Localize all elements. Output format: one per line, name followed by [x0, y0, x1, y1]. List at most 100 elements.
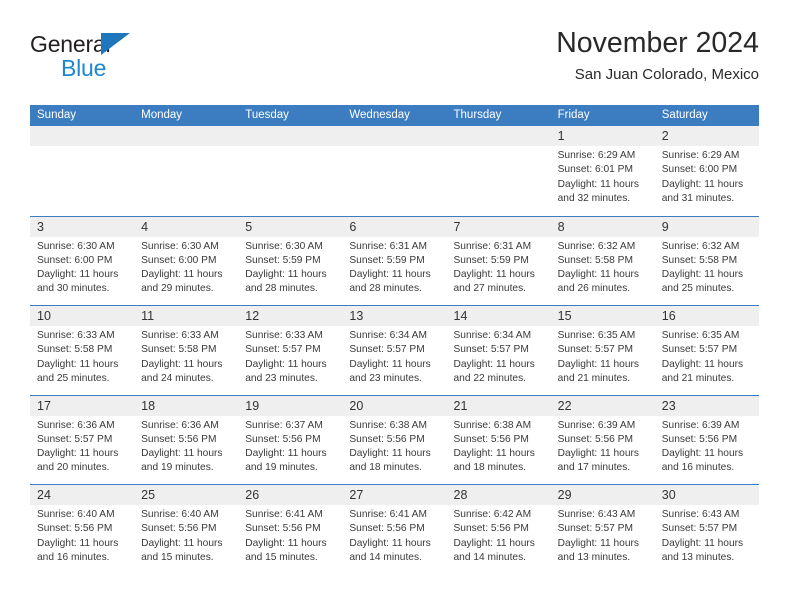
calendar-day-cell[interactable]: 27 Sunrise: 6:41 AM Sunset: 5:56 PM Dayligh… [342, 485, 446, 574]
daylight-text-line2: and 24 minutes. [141, 372, 214, 384]
sunrise-text: Sunrise: 6:40 AM [37, 509, 115, 520]
day-sun-info: Sunrise: 6:43 AM Sunset: 5:57 PM Daylight:… [558, 508, 651, 565]
day-number: 1 [557, 129, 565, 143]
daylight-text-line1: Daylight: 11 hours [557, 269, 639, 281]
sunset-text: Sunset: 5:59 PM [245, 254, 321, 266]
day-number: 25 [141, 488, 156, 502]
sunrise-text: Sunrise: 6:36 AM [37, 419, 115, 431]
sunrise-text: Sunrise: 6:31 AM [349, 240, 427, 252]
daylight-text-line2: and 19 minutes. [245, 462, 318, 474]
sunrise-text: Sunrise: 6:37 AM [245, 419, 323, 431]
day-number: 5 [245, 219, 253, 234]
daylight-text-line2: and 21 minutes. [557, 372, 631, 384]
generalblue-logo[interactable]: General Blue [30, 32, 160, 90]
sunrise-text: Sunrise: 6:43 AM [661, 509, 740, 520]
day-number: 29 [557, 488, 572, 502]
sunrise-text: Sunrise: 6:41 AM [349, 509, 427, 520]
daylight-text-line2: and 13 minutes. [557, 551, 631, 563]
sunrise-text: Sunrise: 6:32 AM [661, 240, 740, 252]
sunrise-text: Sunrise: 6:41 AM [245, 509, 323, 520]
title-block: November 2024 San Juan Colorado, Mexico [556, 26, 759, 84]
daylight-text-line2: and 23 minutes. [349, 372, 422, 384]
day-number [454, 126, 547, 146]
day-number: 12 [245, 309, 260, 323]
sunrise-text: Sunrise: 6:30 AM [37, 240, 115, 252]
daylight-text-line1: Daylight: 11 hours [557, 448, 639, 460]
calendar-day-cell[interactable]: 21 Sunrise: 6:38 AM Sunset: 5:56 PM Dayligh… [447, 396, 551, 485]
day-number: 24 [37, 488, 51, 502]
week-cells: 10 Sunrise: 6:33 AM Sunset: 5:58 PM Dayligh… [30, 306, 759, 395]
calendar-day-cell[interactable]: 20 Sunrise: 6:38 AM Sunset: 5:56 PM Dayligh… [342, 396, 446, 485]
calendar-day-cell[interactable]: 3 Sunrise: 6:30 AM Sunset: 6:00 PM Daylight… [30, 217, 134, 306]
calendar-day-cell[interactable]: 1 Sunrise: 6:29 AM Sunset: 6:01 PM Daylight… [551, 126, 655, 216]
calendar-day-cell[interactable]: 12 Sunrise: 6:33 AM Sunset: 5:57 PM Dayligh… [238, 306, 342, 395]
sunset-text: Sunset: 5:56 PM [141, 523, 217, 535]
daylight-text-line1: Daylight: 11 hours [557, 178, 639, 190]
day-number: 3 [37, 219, 44, 234]
calendar-day-cell[interactable]: 17 Sunrise: 6:36 AM Sunset: 5:57 PM Dayligh… [30, 396, 134, 485]
calendar-day-cell[interactable]: 19 Sunrise: 6:37 AM Sunset: 5:56 PM Dayligh… [238, 396, 342, 485]
weekday-header-saturday: Saturday [661, 109, 708, 121]
calendar-day-cell[interactable]: 9 Sunrise: 6:32 AM Sunset: 5:58 PM Daylight… [655, 217, 759, 306]
calendar-day-cell[interactable]: 6 Sunrise: 6:31 AM Sunset: 5:59 PM Daylight… [342, 217, 446, 306]
calendar-day-cell[interactable]: 5 Sunrise: 6:30 AM Sunset: 5:59 PM Daylight… [238, 217, 342, 306]
calendar-grid: Sunday Monday Tuesday Wednesday Thursday Frid… [30, 105, 759, 574]
calendar-day-cell[interactable]: 16 Sunrise: 6:35 AM Sunset: 5:57 PM Dayligh… [655, 306, 759, 395]
daylight-text-line1: Daylight: 11 hours [453, 537, 535, 549]
sunrise-text: Sunrise: 6:30 AM [141, 240, 219, 252]
calendar-week-row: 1 Sunrise: 6:29 AM Sunset: 6:01 PM Daylight… [30, 126, 759, 216]
daylight-text-line1: Daylight: 11 hours [557, 358, 639, 370]
sunset-text: Sunset: 5:56 PM [37, 523, 113, 535]
day-number: 7 [453, 219, 461, 234]
logo-word-general: General [30, 31, 111, 57]
sunrise-text: Sunrise: 6:31 AM [453, 240, 532, 252]
day-number: 19 [245, 398, 260, 413]
sunrise-text: Sunrise: 6:29 AM [557, 150, 636, 161]
calendar-day-cell[interactable]: 23 Sunrise: 6:39 AM Sunset: 5:56 PM Dayligh… [655, 396, 759, 485]
day-sun-info: Sunrise: 6:41 AM Sunset: 5:56 PM Daylight:… [245, 508, 338, 565]
calendar-day-cell[interactable]: 25 Sunrise: 6:40 AM Sunset: 5:56 PM Dayligh… [134, 485, 238, 574]
daylight-text-line2: and 30 minutes. [37, 283, 110, 295]
day-sun-info: Sunrise: 6:36 AM Sunset: 5:57 PM Daylight:… [37, 419, 130, 476]
sunset-text: Sunset: 5:56 PM [245, 433, 321, 445]
sunset-text: Sunset: 5:57 PM [245, 344, 321, 356]
sunrise-text: Sunrise: 6:38 AM [349, 419, 427, 431]
calendar-day-cell[interactable]: 7 Sunrise: 6:31 AM Sunset: 5:59 PM Daylight… [447, 217, 551, 306]
calendar-day-cell[interactable]: 22 Sunrise: 6:39 AM Sunset: 5:56 PM Dayligh… [551, 396, 655, 485]
calendar-day-cell[interactable]: 2 Sunrise: 6:29 AM Sunset: 6:00 PM Daylight… [655, 126, 759, 216]
calendar-day-cell[interactable]: 29 Sunrise: 6:43 AM Sunset: 5:57 PM Dayligh… [551, 485, 655, 574]
sunset-text: Sunset: 5:56 PM [349, 433, 425, 445]
calendar-day-cell[interactable]: 11 Sunrise: 6:33 AM Sunset: 5:58 PM Dayligh… [134, 306, 238, 395]
weekday-header-row: Sunday Monday Tuesday Wednesday Thursday Frid… [30, 105, 759, 126]
day-sun-info: Sunrise: 6:39 AM Sunset: 5:56 PM Daylight:… [662, 419, 755, 476]
day-sun-info: Sunrise: 6:41 AM Sunset: 5:56 PM Daylight:… [349, 508, 442, 565]
calendar-day-cell[interactable]: 24 Sunrise: 6:40 AM Sunset: 5:56 PM Dayligh… [30, 485, 134, 574]
calendar-day-cell[interactable]: 15 Sunrise: 6:35 AM Sunset: 5:57 PM Dayligh… [551, 306, 655, 395]
sunrise-text: Sunrise: 6:39 AM [557, 419, 636, 431]
calendar-day-cell[interactable]: 4 Sunrise: 6:30 AM Sunset: 6:00 PM Daylight… [134, 217, 238, 306]
calendar-day-cell[interactable]: 10 Sunrise: 6:33 AM Sunset: 5:58 PM Dayligh… [30, 306, 134, 395]
day-sun-info: Sunrise: 6:31 AM Sunset: 5:59 PM Daylight:… [454, 240, 547, 297]
daylight-text-line2: and 25 minutes. [37, 372, 110, 384]
daylight-text-line1: Daylight: 11 hours [37, 358, 119, 370]
calendar-weeks: 1 Sunrise: 6:29 AM Sunset: 6:01 PM Daylight… [30, 126, 759, 574]
daylight-text-line2: and 14 minutes. [453, 551, 527, 563]
calendar-week-row: 3 Sunrise: 6:30 AM Sunset: 6:00 PM Daylight… [30, 215, 759, 306]
sunset-text: Sunset: 5:58 PM [37, 344, 113, 356]
calendar-day-cell[interactable]: 14 Sunrise: 6:34 AM Sunset: 5:57 PM Dayligh… [447, 306, 551, 395]
day-sun-info: Sunrise: 6:30 AM Sunset: 6:00 PM Daylight:… [141, 240, 234, 297]
calendar-day-cell[interactable]: 26 Sunrise: 6:41 AM Sunset: 5:56 PM Dayligh… [238, 485, 342, 574]
calendar-day-cell[interactable]: 28 Sunrise: 6:42 AM Sunset: 5:56 PM Dayligh… [447, 485, 551, 574]
sunset-text: Sunset: 6:00 PM [661, 164, 738, 176]
calendar-day-cell[interactable]: 18 Sunrise: 6:36 AM Sunset: 5:56 PM Dayligh… [134, 396, 238, 485]
day-sun-info: Sunrise: 6:32 AM Sunset: 5:58 PM Daylight:… [662, 240, 755, 297]
daylight-text-line2: and 28 minutes. [349, 283, 422, 295]
daylight-text-line1: Daylight: 11 hours [141, 358, 223, 370]
sunrise-text: Sunrise: 6:33 AM [245, 330, 323, 341]
calendar-day-cell[interactable]: 13 Sunrise: 6:34 AM Sunset: 5:57 PM Dayligh… [342, 306, 446, 395]
calendar-day-cell[interactable]: 30 Sunrise: 6:43 AM Sunset: 5:57 PM Dayligh… [655, 485, 759, 574]
week-cells: 17 Sunrise: 6:36 AM Sunset: 5:57 PM Dayligh… [30, 396, 759, 485]
daylight-text-line2: and 26 minutes. [557, 283, 631, 295]
calendar-day-cell[interactable]: 8 Sunrise: 6:32 AM Sunset: 5:58 PM Daylight… [551, 217, 655, 306]
daylight-text-line1: Daylight: 11 hours [245, 448, 327, 460]
